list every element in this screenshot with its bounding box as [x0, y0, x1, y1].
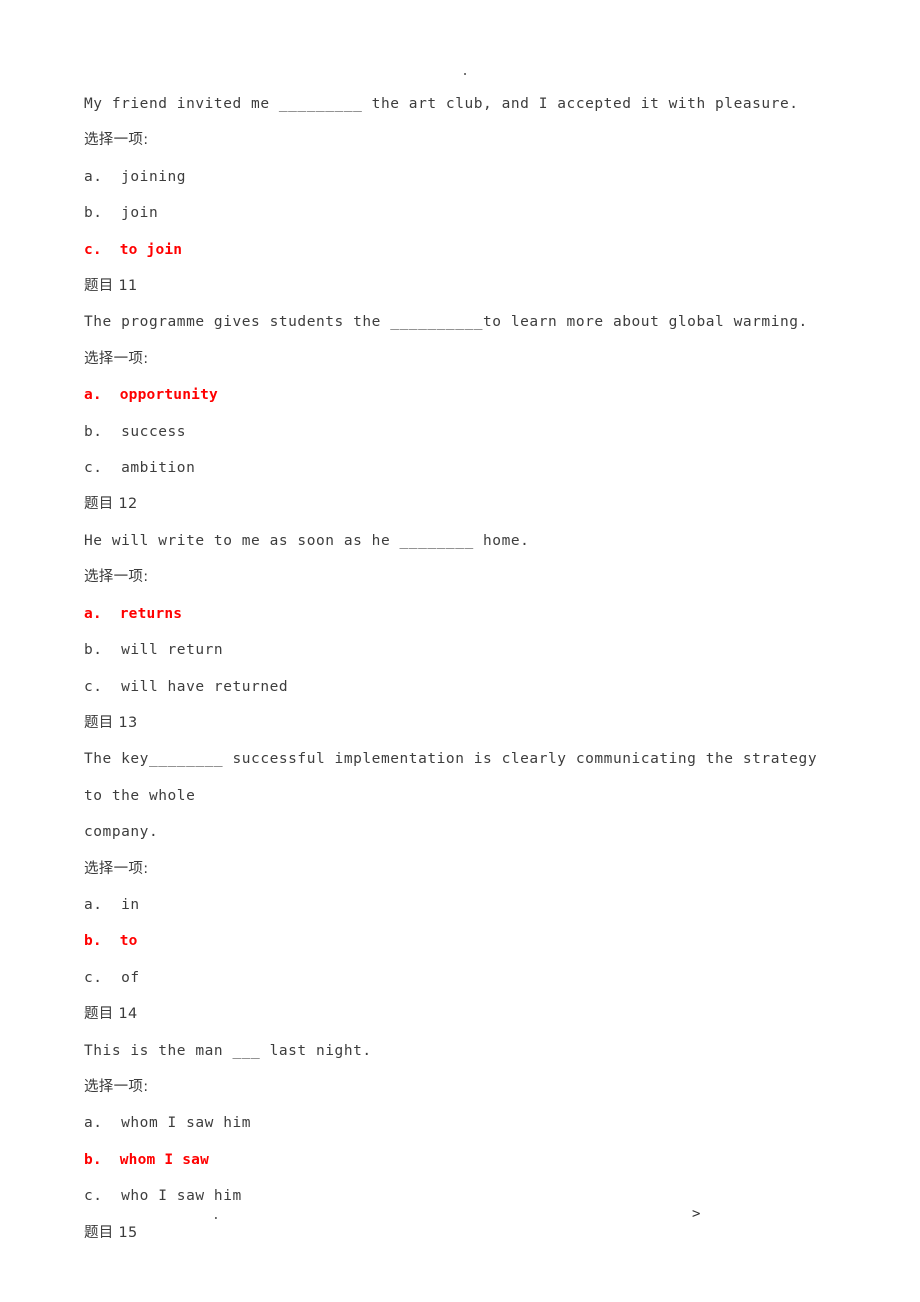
question-stem-continuation: company.: [84, 824, 159, 841]
answer-option[interactable]: a. in: [84, 887, 836, 923]
question-block: 题目 14 This is the man ___ last night. 选择一项…: [84, 996, 836, 1214]
choose-one-label: 选择一项:: [84, 132, 149, 149]
choose-one-label: 选择一项:: [84, 1078, 149, 1095]
question-heading: 题目 15: [84, 1224, 138, 1241]
question-stem: This is the man ___ last night.: [84, 1042, 372, 1059]
choose-one-label: 选择一项:: [84, 350, 149, 367]
footer-next-arrow-icon: >: [692, 1206, 701, 1222]
answer-option[interactable]: c. will have returned: [84, 669, 836, 705]
answer-option[interactable]: c. of: [84, 960, 836, 996]
answer-option-correct[interactable]: a. opportunity: [84, 377, 836, 413]
question-block: My friend invited me _________ the art c…: [84, 86, 836, 268]
document-page: . My friend invited me _________ the art…: [0, 0, 920, 1302]
question-stem: My friend invited me _________ the art c…: [84, 96, 799, 112]
answer-option-correct[interactable]: b. to: [84, 923, 836, 959]
footer-dot-mark: .: [212, 1208, 220, 1223]
question-heading: 题目 11: [84, 278, 138, 295]
question-heading: 题目 13: [84, 714, 138, 731]
question-block: 题目 12 He will write to me as soon as he _…: [84, 486, 836, 704]
answer-option[interactable]: c. who I saw him: [84, 1178, 836, 1214]
answer-option-correct[interactable]: b. whom I saw: [84, 1142, 836, 1178]
answer-option[interactable]: a. joining: [84, 159, 836, 195]
question-stem: The programme gives students the _______…: [84, 314, 808, 331]
question-stem: The key________ successful implementatio…: [84, 751, 827, 804]
answer-option[interactable]: b. will return: [84, 632, 836, 668]
question-heading: 题目 12: [84, 496, 138, 513]
answer-option-correct[interactable]: a. returns: [84, 596, 836, 632]
question-block: 题目 13 The key________ successful implemen…: [84, 705, 836, 996]
question-block: 题目 15: [84, 1215, 836, 1251]
choose-one-label: 选择一项:: [84, 860, 149, 877]
header-dot-mark: .: [461, 64, 469, 79]
choose-one-label: 选择一项:: [84, 569, 149, 586]
question-stem: He will write to me as soon as he ______…: [84, 532, 530, 549]
answer-option[interactable]: b. join: [84, 195, 836, 231]
question-list: My friend invited me _________ the art c…: [84, 86, 836, 1251]
answer-option-correct[interactable]: c. to join: [84, 232, 836, 268]
answer-option[interactable]: a. whom I saw him: [84, 1105, 836, 1141]
answer-option[interactable]: c. ambition: [84, 450, 836, 486]
question-block: 题目 11 The programme gives students the __…: [84, 268, 836, 486]
question-heading: 题目 14: [84, 1006, 138, 1023]
answer-option[interactable]: b. success: [84, 414, 836, 450]
